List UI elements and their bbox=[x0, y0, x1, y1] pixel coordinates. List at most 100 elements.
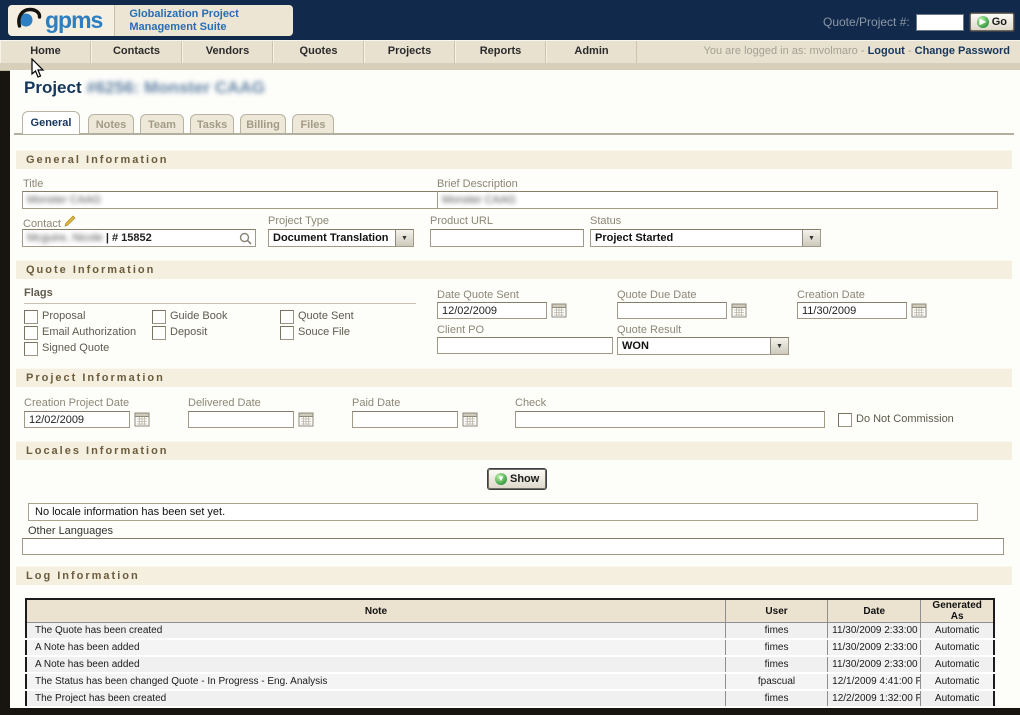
logo-panel: gpms Globalization Project Management Su… bbox=[8, 5, 293, 36]
brief-description-input[interactable]: Monster CAAG bbox=[437, 191, 998, 209]
quote-result-select[interactable]: WON ▼ bbox=[617, 337, 789, 355]
section-log-information: Log Information bbox=[16, 566, 1012, 585]
creation-date-calendar-icon[interactable] bbox=[911, 303, 927, 318]
flag-signed-quote-label: Signed Quote bbox=[42, 342, 109, 354]
section-locales-information: Locales Information bbox=[16, 441, 1012, 460]
log-table-header-row: Note User Date Generated As bbox=[26, 599, 994, 623]
go-button[interactable]: ▶ Go bbox=[970, 13, 1014, 31]
flag-deposit-checkbox[interactable] bbox=[152, 326, 166, 340]
logo-text: gpms bbox=[45, 7, 102, 34]
nav-item-home[interactable]: Home bbox=[0, 41, 91, 63]
project-type-select[interactable]: Document Translation ▼ bbox=[268, 229, 414, 247]
tab-tasks[interactable]: Tasks bbox=[190, 114, 234, 134]
page-content: Project #6256: Monster CAAG General Note… bbox=[10, 70, 1020, 708]
log-col-generated-as: Generated As bbox=[921, 599, 994, 623]
quote-due-date-label: Quote Due Date bbox=[617, 289, 697, 301]
quote-due-date-calendar-icon[interactable] bbox=[731, 303, 747, 318]
log-note: A Note has been added bbox=[26, 639, 725, 656]
creation-date-value: 11/30/2009 bbox=[802, 305, 856, 317]
client-po-input[interactable] bbox=[437, 337, 613, 354]
log-generated-as: Automatic bbox=[921, 623, 994, 640]
log-note: The Status has been changed Quote - In P… bbox=[26, 673, 725, 690]
delivered-date-input[interactable] bbox=[188, 411, 294, 428]
log-generated-as: Automatic bbox=[921, 656, 994, 673]
nav-item-reports[interactable]: Reports bbox=[455, 41, 546, 63]
contact-input[interactable]: Mcguire, Nicole | # 15852 bbox=[22, 229, 256, 247]
flag-proposal-checkbox[interactable] bbox=[24, 310, 38, 324]
quote-result-dropdown-arrow-icon[interactable]: ▼ bbox=[770, 338, 788, 354]
flag-souce-file-checkbox[interactable] bbox=[280, 326, 294, 340]
product-url-input[interactable] bbox=[430, 229, 584, 247]
flag-guide-book-checkbox[interactable] bbox=[152, 310, 166, 324]
check-label: Check bbox=[515, 397, 546, 409]
flag-souce-file-label: Souce File bbox=[298, 326, 350, 338]
main-nav: Home Contacts Vendors Quotes Projects Re… bbox=[0, 40, 1020, 64]
flag-signed-quote-checkbox[interactable] bbox=[24, 342, 38, 356]
log-table-row: The Status has been changed Quote - In P… bbox=[26, 673, 994, 690]
tab-billing[interactable]: Billing bbox=[240, 114, 286, 134]
quote-project-label: Quote/Project #: bbox=[823, 15, 910, 29]
log-col-date: Date bbox=[828, 599, 921, 623]
status-select[interactable]: Project Started ▼ bbox=[590, 229, 821, 247]
creation-date-input[interactable]: 11/30/2009 bbox=[797, 302, 907, 319]
flag-email-authorization-checkbox[interactable] bbox=[24, 326, 38, 340]
go-button-label: Go bbox=[992, 16, 1007, 28]
log-date: 11/30/2009 2:33:00 PM bbox=[828, 656, 921, 673]
gpms-swoosh-icon bbox=[16, 5, 42, 36]
login-status-text: You are logged in as: mvolmaro - bbox=[704, 45, 865, 57]
paid-date-label: Paid Date bbox=[352, 397, 400, 409]
other-languages-input[interactable] bbox=[22, 538, 1004, 555]
do-not-commission-label: Do Not Commission bbox=[856, 413, 954, 425]
log-date: 12/2/2009 1:32:00 PM bbox=[828, 690, 921, 707]
show-button[interactable]: ▼ Show bbox=[488, 469, 546, 489]
log-note: A Note has been added bbox=[26, 656, 725, 673]
paid-date-calendar-icon[interactable] bbox=[462, 412, 478, 427]
project-type-dropdown-arrow-icon[interactable]: ▼ bbox=[395, 230, 413, 246]
flag-signed-quote: Signed Quote bbox=[24, 342, 109, 356]
nav-item-projects[interactable]: Projects bbox=[364, 41, 455, 63]
quote-result-label: Quote Result bbox=[617, 324, 681, 336]
flag-souce-file: Souce File bbox=[280, 326, 350, 340]
other-languages-label: Other Languages bbox=[28, 525, 113, 537]
nav-item-vendors[interactable]: Vendors bbox=[182, 41, 273, 63]
tab-team[interactable]: Team bbox=[140, 114, 184, 134]
nav-item-quotes[interactable]: Quotes bbox=[273, 41, 364, 63]
status-label: Status bbox=[590, 215, 621, 227]
app-title-line2: Management Suite bbox=[129, 21, 279, 34]
client-po-label: Client PO bbox=[437, 324, 484, 336]
tab-notes[interactable]: Notes bbox=[88, 114, 134, 134]
edit-pencil-icon[interactable] bbox=[64, 215, 77, 230]
log-table-row: The Project has been created fimes 12/2/… bbox=[26, 690, 994, 707]
creation-project-date-calendar-icon[interactable] bbox=[134, 412, 150, 427]
do-not-commission-checkbox[interactable] bbox=[838, 413, 852, 427]
date-quote-sent-calendar-icon[interactable] bbox=[551, 303, 567, 318]
delivered-date-calendar-icon[interactable] bbox=[298, 412, 314, 427]
nav-item-admin[interactable]: Admin bbox=[546, 41, 637, 63]
logout-link[interactable]: Logout bbox=[868, 45, 905, 57]
tab-files[interactable]: Files bbox=[292, 114, 334, 134]
product-url-label: Product URL bbox=[430, 215, 493, 227]
change-password-link[interactable]: Change Password bbox=[915, 45, 1010, 57]
status-dropdown-arrow-icon[interactable]: ▼ bbox=[802, 230, 820, 246]
flag-guide-book-label: Guide Book bbox=[170, 310, 227, 322]
paid-date-input[interactable] bbox=[352, 411, 458, 428]
section-quote-information: Quote Information bbox=[16, 260, 1012, 279]
check-input[interactable] bbox=[515, 411, 825, 428]
date-quote-sent-input[interactable]: 12/02/2009 bbox=[437, 302, 547, 319]
quote-due-date-input[interactable] bbox=[617, 302, 727, 319]
quote-project-input[interactable] bbox=[916, 14, 964, 31]
flag-quote-sent-checkbox[interactable] bbox=[280, 310, 294, 324]
creation-project-date-input[interactable]: 12/02/2009 bbox=[24, 411, 130, 428]
flag-proposal: Proposal bbox=[24, 310, 85, 324]
do-not-commission: Do Not Commission bbox=[838, 413, 954, 427]
flags-label: Flags bbox=[24, 287, 53, 299]
title-input[interactable]: Monster CAAG bbox=[22, 191, 438, 209]
status-value: Project Started bbox=[591, 230, 802, 246]
app-title-line1: Globalization Project bbox=[129, 8, 279, 21]
contact-search-icon[interactable] bbox=[239, 232, 252, 247]
log-user: fimes bbox=[725, 690, 827, 707]
log-note: The Project has been created bbox=[26, 690, 725, 707]
nav-item-contacts[interactable]: Contacts bbox=[91, 41, 182, 63]
tab-general[interactable]: General bbox=[22, 111, 80, 134]
tab-divider bbox=[14, 133, 1014, 135]
